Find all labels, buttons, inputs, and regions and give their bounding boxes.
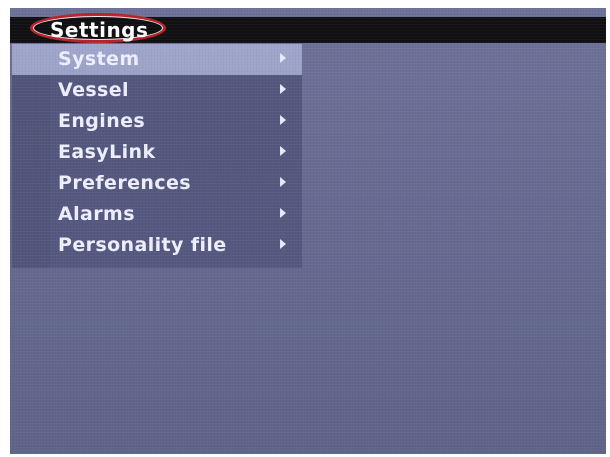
menu-item-label: System [58,48,140,70]
menu-item-system[interactable]: System [12,44,302,75]
chevron-right-icon [280,208,286,218]
display-frame: Settings System Vessel Engines EasyLink … [0,0,610,457]
menu-item-preferences[interactable]: Preferences [12,168,302,199]
menu-item-label: Engines [58,110,146,132]
chevron-right-icon [280,84,286,94]
chevron-right-icon [280,177,286,187]
chevron-right-icon [280,239,286,249]
menu-item-vessel[interactable]: Vessel [12,75,302,106]
menu-item-engines[interactable]: Engines [12,106,302,137]
chevron-right-icon [280,146,286,156]
chevron-right-icon [280,53,286,63]
menu-item-easylink[interactable]: EasyLink [12,137,302,168]
menu-item-personality-file[interactable]: Personality file [12,230,302,261]
menu-item-label: EasyLink [58,141,156,163]
menu-item-alarms[interactable]: Alarms [12,199,302,230]
menu-item-label: Preferences [58,172,191,194]
menu-item-label: Personality file [58,234,227,256]
menu-item-label: Alarms [58,203,135,225]
page-title: Settings [50,18,149,42]
settings-screen: Settings System Vessel Engines EasyLink … [10,8,606,454]
menu-item-label: Vessel [58,79,129,101]
chevron-right-icon [280,115,286,125]
